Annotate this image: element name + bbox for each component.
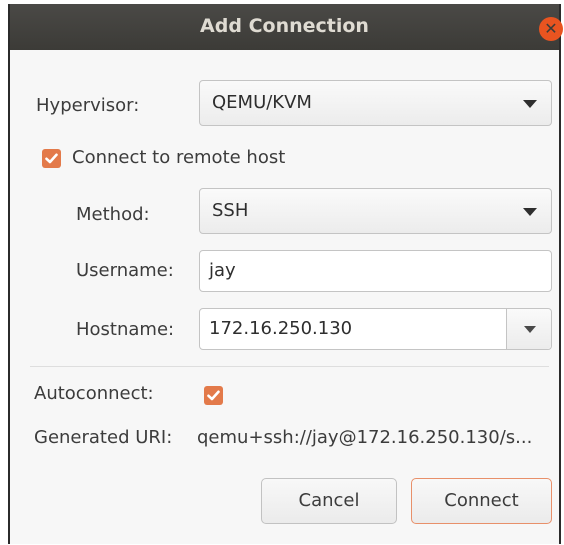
method-label: Method: (76, 204, 150, 225)
username-label: Username: (76, 260, 174, 281)
hostname-combo-entry[interactable]: 172.16.250.130 (199, 308, 552, 350)
generated-uri-label: Generated URI: (34, 427, 173, 448)
cancel-button[interactable]: Cancel (261, 478, 397, 524)
chevron-down-icon (524, 326, 536, 333)
hypervisor-select[interactable]: QEMU/KVM (199, 80, 552, 126)
method-select[interactable]: SSH (199, 188, 552, 234)
generated-uri-value: qemu+ssh://jay@172.16.250.130/s... (197, 427, 533, 448)
chevron-down-icon (523, 100, 537, 108)
autoconnect-label: Autoconnect: (34, 383, 154, 404)
dialog-title: Add Connection (200, 15, 369, 37)
connect-remote-checkbox[interactable] (42, 149, 61, 168)
hostname-value: 172.16.250.130 (209, 318, 353, 339)
hostname-dropdown-button[interactable] (506, 309, 551, 349)
connect-button[interactable]: Connect (411, 478, 552, 524)
chevron-down-icon (523, 208, 537, 216)
title-bar[interactable]: Add Connection ✕ (10, 4, 563, 50)
autoconnect-checkbox[interactable] (204, 386, 223, 405)
hypervisor-label: Hypervisor: (36, 95, 140, 116)
connect-remote-label[interactable]: Connect to remote host (72, 147, 285, 168)
checkmark-icon (207, 390, 220, 401)
close-icon[interactable]: ✕ (539, 17, 563, 41)
checkmark-icon (45, 153, 58, 164)
username-value: jay (209, 260, 236, 281)
hostname-label: Hostname: (76, 319, 175, 340)
method-value: SSH (212, 200, 249, 221)
add-connection-dialog: Add Connection ✕ Hypervisor: QEMU/KVM Co… (8, 4, 563, 544)
hypervisor-value: QEMU/KVM (212, 92, 312, 113)
separator (30, 366, 549, 367)
username-field[interactable]: jay (199, 250, 552, 292)
